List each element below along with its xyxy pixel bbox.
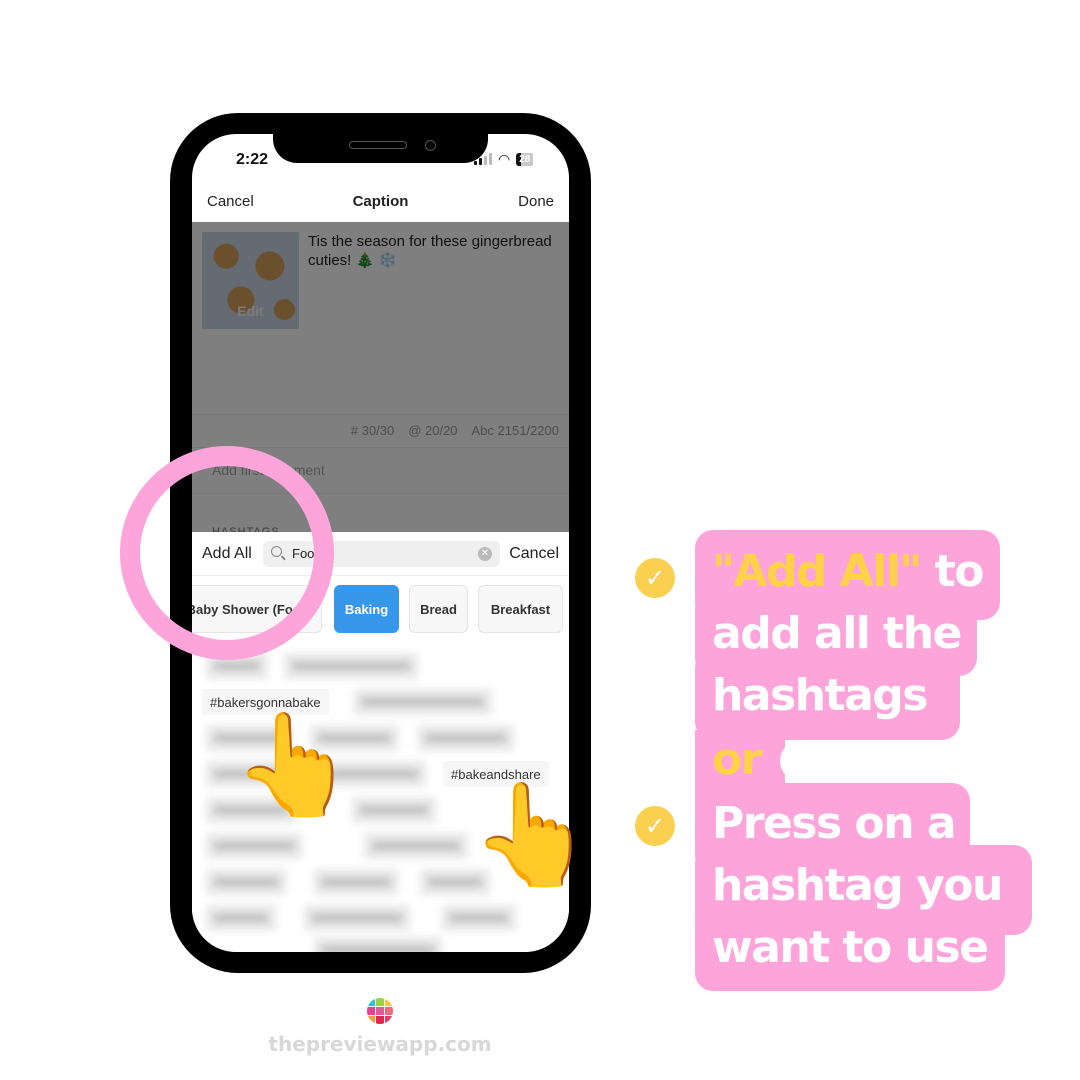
hashtag-chip[interactable] [364,833,468,859]
sheet-cancel-button[interactable]: Cancel [509,545,559,563]
page-title: Caption [352,193,409,210]
callout-line-1: "Add All" to [712,546,985,597]
hashtag-chip[interactable] [206,905,276,931]
category-chip-bread[interactable]: Bread [409,585,468,633]
hashtag-chip[interactable] [354,689,492,715]
hashtag-chip[interactable] [206,869,286,895]
clear-icon[interactable]: ✕ [478,547,492,561]
speaker-grille [349,141,407,149]
pointing-hand-icon: 👆 [232,709,357,821]
hashtag-chip[interactable] [304,905,410,931]
callout-line-7: want to use [712,922,989,973]
pointing-hand-icon: 👆 [470,779,595,891]
callout-line-4: or [712,734,762,785]
wifi-icon: ◠ [498,151,511,167]
done-button[interactable]: Done [518,193,554,210]
hashtag-chip[interactable] [314,937,442,952]
callout-line-2: add all the [712,608,962,659]
hashtag-chip[interactable] [284,653,418,679]
phone-notch [273,113,488,163]
checkmark-icon: ✓ [635,806,675,846]
hashtag-chip[interactable] [418,725,514,751]
hashtag-chip[interactable] [352,797,436,823]
battery-icon: 28 [516,152,534,166]
hashtag-chip[interactable] [314,869,398,895]
caption-navbar: Cancel Caption Done [192,184,569,222]
callout-line-3: hashtags [712,670,928,721]
checkmark-icon: ✓ [635,558,675,598]
status-icons: ◠ 28 [474,151,534,167]
footer-url: thepreviewapp.com [268,1032,492,1056]
callout-line-6: hashtag you [712,860,1003,911]
front-camera [425,140,436,151]
category-chip-breakfast[interactable]: Breakfast [478,585,563,633]
hashtag-chip[interactable] [442,905,516,931]
battery-level: 28 [519,153,531,165]
preview-app-logo [367,998,393,1024]
category-chip-baking[interactable]: Baking [334,585,399,633]
status-time: 2:22 [236,151,269,168]
hashtag-chip[interactable] [206,833,302,859]
highlight-ring [120,446,334,660]
callout-line-5: Press on a [712,798,957,849]
callout-gap [780,740,1020,782]
